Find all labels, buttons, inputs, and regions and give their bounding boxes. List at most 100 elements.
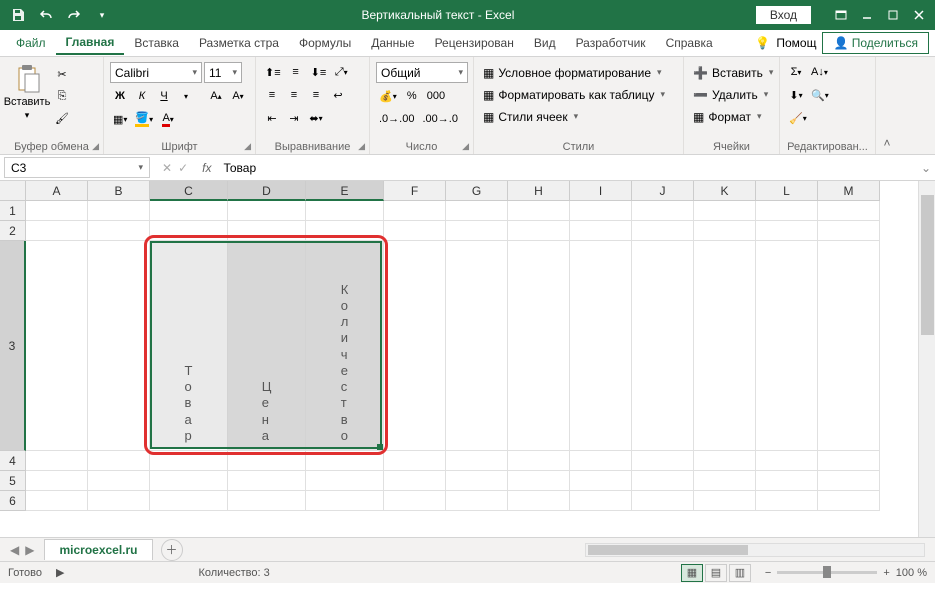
column-header[interactable]: M	[818, 181, 880, 201]
format-cells-button[interactable]: ▦Формат▾	[690, 106, 776, 127]
column-header[interactable]: E	[306, 181, 384, 201]
zoom-control[interactable]: − + 100 %	[765, 567, 927, 579]
collapse-ribbon-icon[interactable]: ˄	[876, 57, 898, 154]
increase-decimal-icon[interactable]: .0→.00	[376, 109, 417, 129]
cell[interactable]	[150, 221, 228, 241]
bold-button[interactable]: Ж	[110, 86, 130, 106]
cell[interactable]	[694, 491, 756, 511]
save-icon[interactable]	[6, 3, 30, 27]
cell[interactable]	[26, 201, 88, 221]
cell[interactable]	[446, 491, 508, 511]
cell[interactable]	[446, 241, 508, 451]
cell[interactable]	[632, 491, 694, 511]
format-as-table-button[interactable]: ▦Форматировать как таблицу▾	[480, 84, 668, 105]
ribbon-options-icon[interactable]	[829, 3, 853, 27]
cell[interactable]	[384, 221, 446, 241]
tab-developer[interactable]: Разработчик	[566, 32, 656, 54]
expand-formula-bar-icon[interactable]: ⌄	[917, 161, 935, 175]
cell[interactable]	[756, 201, 818, 221]
cell[interactable]	[26, 221, 88, 241]
cell[interactable]	[150, 451, 228, 471]
cell[interactable]	[88, 451, 150, 471]
select-all-corner[interactable]	[0, 181, 26, 201]
align-left-icon[interactable]: ≡	[262, 85, 282, 105]
column-header[interactable]: F	[384, 181, 446, 201]
maximize-icon[interactable]	[881, 3, 905, 27]
cell[interactable]: Товар	[150, 241, 228, 451]
column-header[interactable]: I	[570, 181, 632, 201]
view-page-layout-icon[interactable]: ▤	[705, 564, 727, 582]
row-header[interactable]: 4	[0, 451, 26, 471]
cell[interactable]	[228, 201, 306, 221]
paste-button[interactable]: Вставить▾	[6, 60, 48, 121]
cell[interactable]	[306, 471, 384, 491]
spreadsheet-grid[interactable]: ABCDEFGHIJKLM 123456 ТоварЦенаКоличество	[0, 181, 935, 537]
align-top-icon[interactable]: ⬆≡	[262, 62, 284, 82]
column-header[interactable]: C	[150, 181, 228, 201]
cell[interactable]	[508, 471, 570, 491]
sheet-tab[interactable]: microexcel.ru	[44, 539, 152, 560]
cell[interactable]	[384, 241, 446, 451]
cell[interactable]	[756, 471, 818, 491]
cell[interactable]	[88, 491, 150, 511]
close-icon[interactable]	[907, 3, 931, 27]
currency-icon[interactable]: 💰▾	[376, 86, 400, 106]
cell[interactable]	[228, 471, 306, 491]
cell[interactable]	[508, 451, 570, 471]
clear-icon[interactable]: 🧹▾	[786, 108, 810, 128]
column-header[interactable]: J	[632, 181, 694, 201]
cell[interactable]	[446, 221, 508, 241]
column-header[interactable]: H	[508, 181, 570, 201]
row-header[interactable]: 5	[0, 471, 26, 491]
cell[interactable]: Количество	[306, 241, 384, 451]
cell-styles-button[interactable]: ▦Стили ячеек▾	[480, 106, 668, 127]
view-normal-icon[interactable]: ▦	[681, 564, 703, 582]
cells-area[interactable]: ТоварЦенаКоличество	[26, 201, 880, 511]
align-center-icon[interactable]: ≡	[284, 85, 304, 105]
insert-cells-button[interactable]: ➕Вставить▾	[690, 62, 776, 83]
borders-icon[interactable]: ▦▾	[110, 109, 130, 129]
cell[interactable]	[26, 491, 88, 511]
cell[interactable]	[384, 471, 446, 491]
zoom-in-icon[interactable]: +	[883, 567, 889, 579]
cell[interactable]	[88, 241, 150, 451]
underline-dd[interactable]: ▾	[176, 86, 196, 106]
cell[interactable]	[756, 221, 818, 241]
column-header[interactable]: K	[694, 181, 756, 201]
tab-layout[interactable]: Разметка стра	[189, 32, 289, 54]
cell[interactable]	[150, 491, 228, 511]
column-header[interactable]: D	[228, 181, 306, 201]
undo-icon[interactable]	[34, 3, 58, 27]
horizontal-scrollbar[interactable]	[585, 543, 925, 557]
cell[interactable]	[306, 451, 384, 471]
tab-formulas[interactable]: Формулы	[289, 32, 361, 54]
column-header[interactable]: B	[88, 181, 150, 201]
merge-icon[interactable]: ⬌▾	[306, 108, 326, 128]
sheet-nav-prev-icon[interactable]: ◀	[10, 543, 19, 557]
font-color-icon[interactable]: A▾	[158, 109, 178, 129]
cell[interactable]	[632, 221, 694, 241]
font-name-combo[interactable]: Calibri▾	[110, 62, 202, 83]
format-painter-icon[interactable]: 🖌	[52, 108, 72, 128]
align-launcher-icon[interactable]: ◢	[358, 141, 365, 152]
cell[interactable]	[570, 201, 632, 221]
cell[interactable]	[26, 451, 88, 471]
cell[interactable]	[446, 201, 508, 221]
cell[interactable]	[508, 241, 570, 451]
delete-cells-button[interactable]: ➖Удалить▾	[690, 84, 776, 105]
qat-dropdown-icon[interactable]: ▾	[90, 3, 114, 27]
cell[interactable]	[570, 221, 632, 241]
formula-input[interactable]	[217, 161, 917, 175]
add-sheet-button[interactable]: ＋	[161, 539, 183, 561]
cell[interactable]	[228, 451, 306, 471]
column-header[interactable]: L	[756, 181, 818, 201]
cell[interactable]	[228, 221, 306, 241]
column-header[interactable]: G	[446, 181, 508, 201]
cell[interactable]	[384, 451, 446, 471]
cell[interactable]	[632, 471, 694, 491]
cell[interactable]	[384, 201, 446, 221]
fill-icon[interactable]: ⬇▾	[786, 85, 806, 105]
login-button[interactable]: Вход	[756, 6, 811, 24]
cell[interactable]	[384, 491, 446, 511]
number-launcher-icon[interactable]: ◢	[462, 141, 469, 152]
